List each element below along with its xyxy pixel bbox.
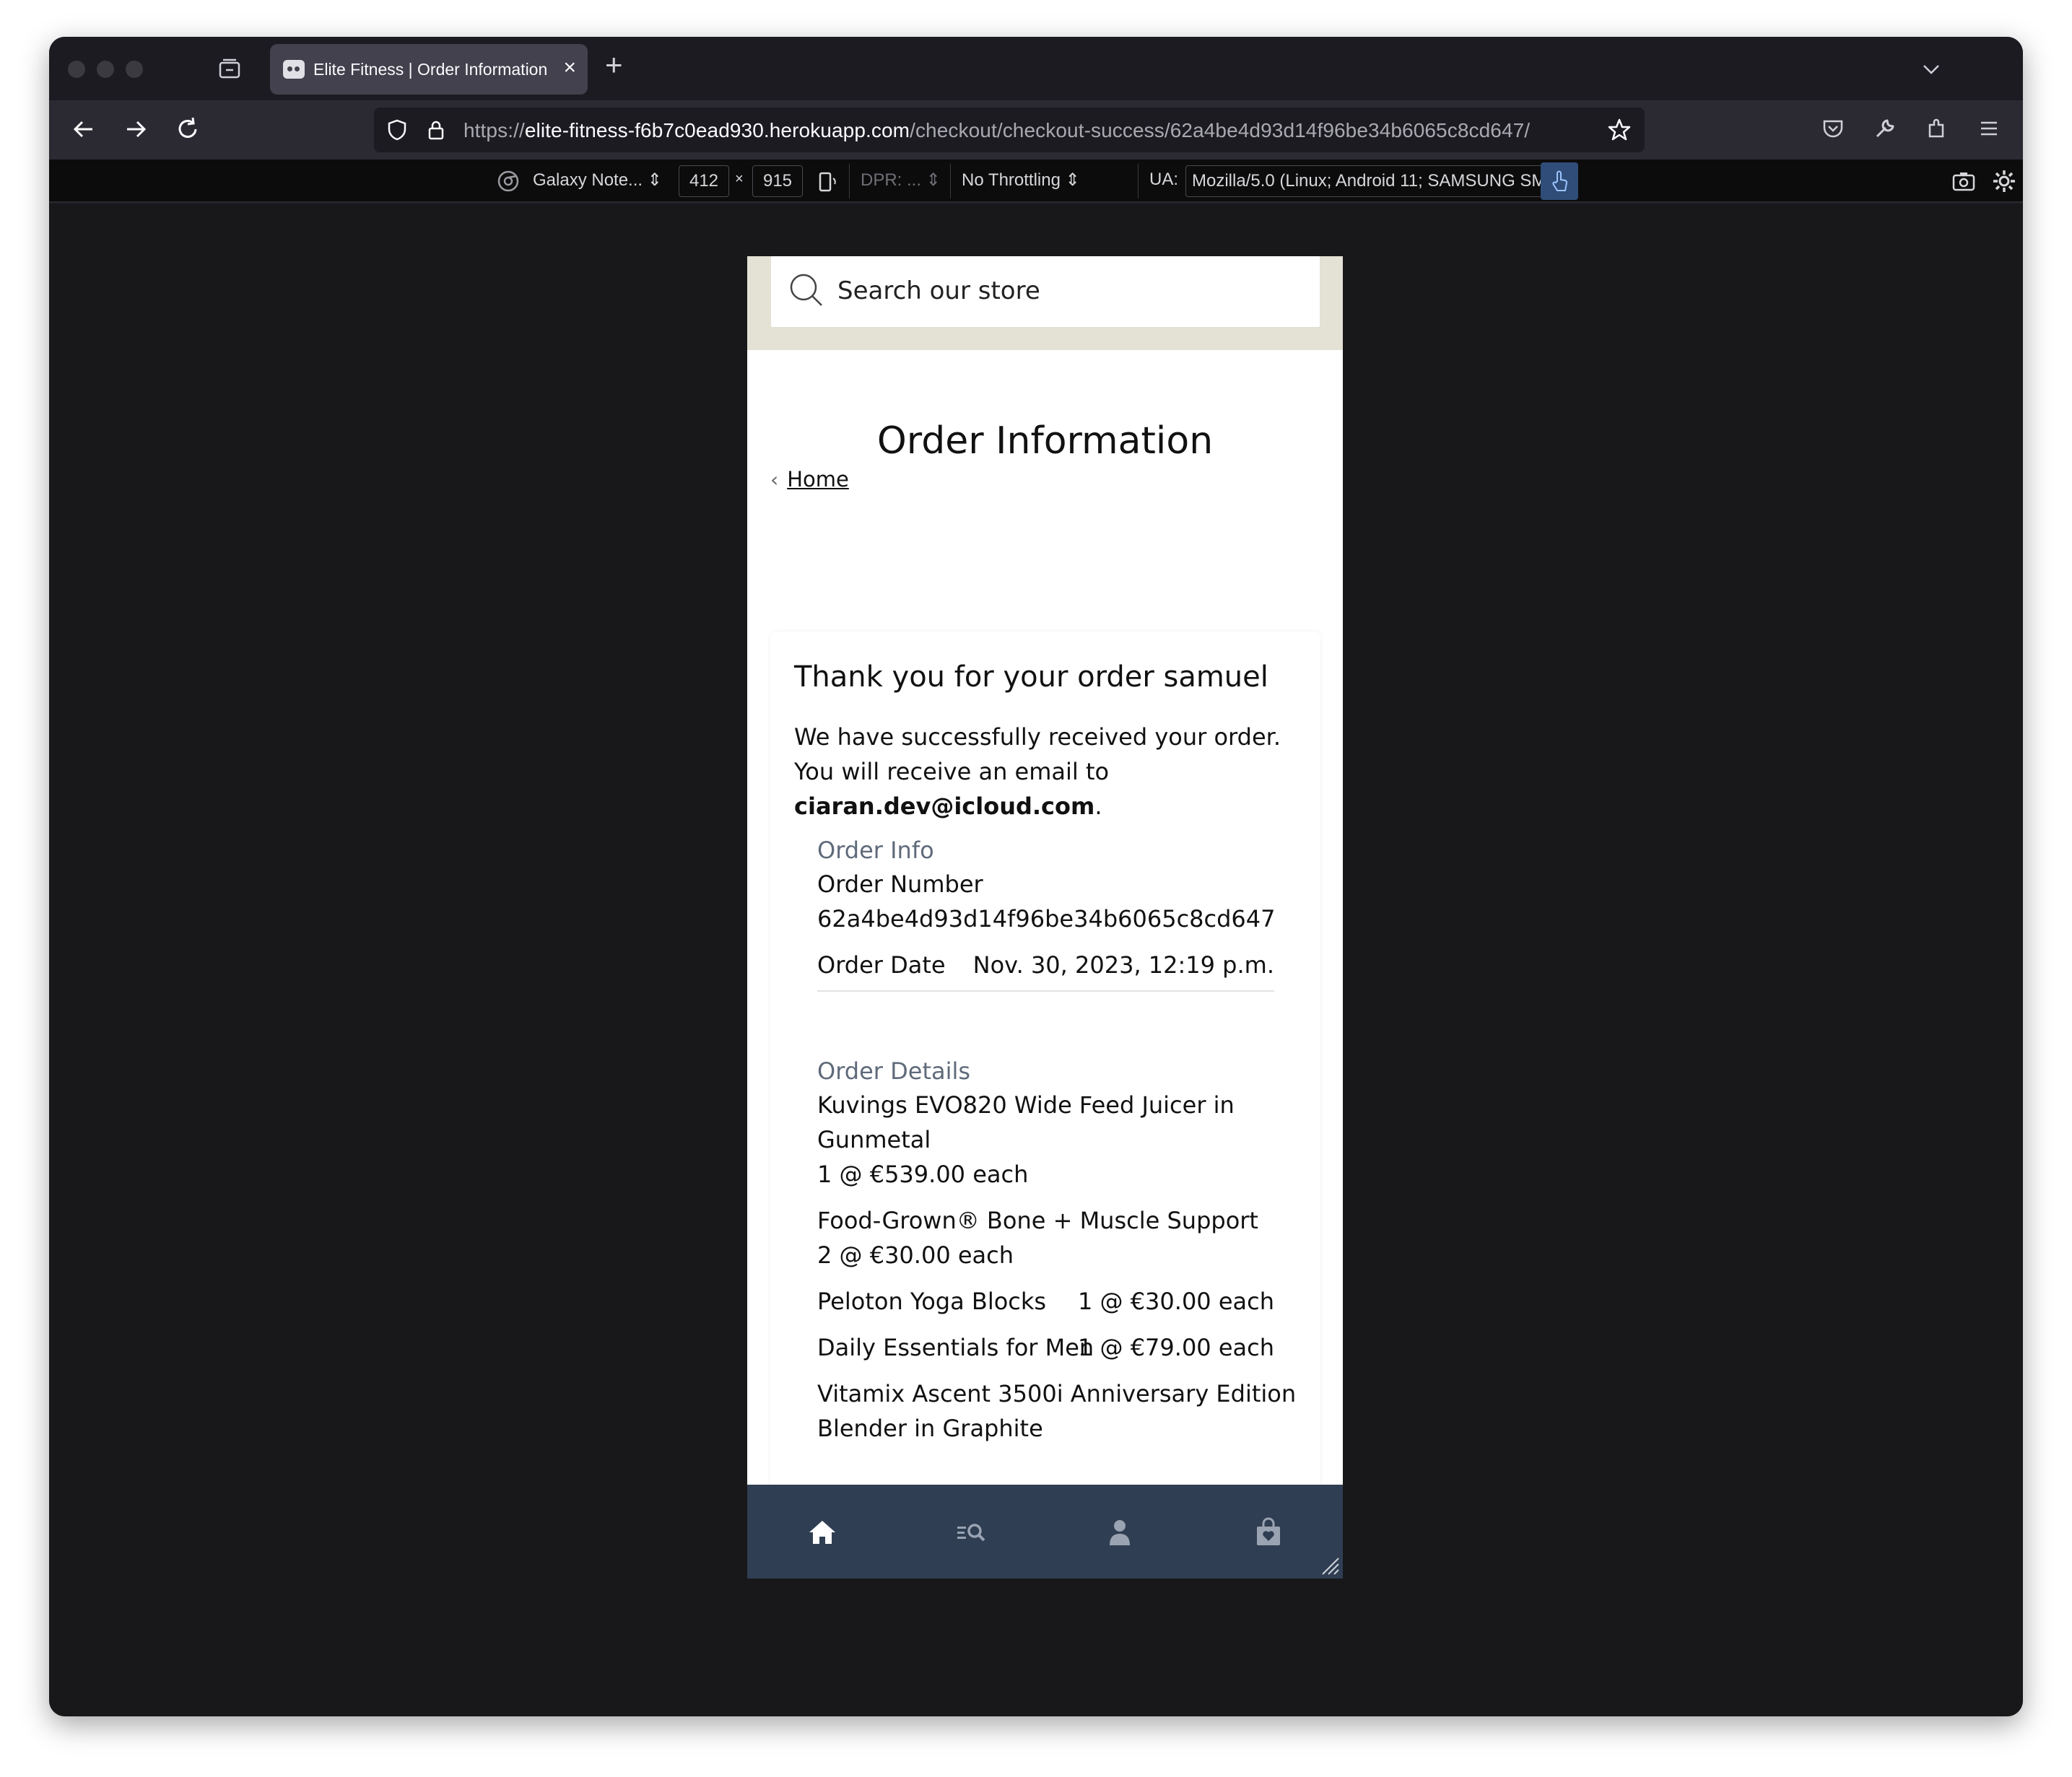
device-viewport: Search our store Order Information ‹ Home… [747, 256, 1343, 1579]
item-qty-price: 1 @ €30.00 each [1077, 1288, 1274, 1315]
chevron-left-icon: ‹ [770, 468, 779, 492]
item-name: Peloton Yoga Blocks [817, 1288, 1047, 1315]
url-text[interactable]: https://elite-fitness-f6b7c0ead930.herok… [463, 119, 1530, 142]
navigation-toolbar: https://elite-fitness-f6b7c0ead930.herok… [49, 100, 2023, 160]
shopping-bag-icon[interactable] [1253, 1516, 1284, 1548]
divider [817, 990, 1274, 992]
tracking-protection-shield-icon[interactable] [386, 118, 409, 141]
item-qty-price: 1 @ €539.00 each [817, 1161, 1029, 1188]
chevron-down-icon[interactable] [1919, 57, 1943, 82]
item-name: Food-Grown® Bone + Muscle Support [817, 1207, 1258, 1234]
viewport-height-input[interactable]: 915 [752, 165, 803, 197]
page-title: Order Information [876, 419, 1214, 463]
dimension-separator: × [735, 171, 744, 187]
search-icon[interactable] [787, 271, 826, 310]
order-number-value: 62a4be4d93d14f96be34b6065c8cd647 [817, 905, 1276, 933]
chrome-logo-icon [497, 170, 519, 192]
order-number-label: Order Number [817, 870, 983, 898]
hamburger-menu-icon[interactable] [1975, 115, 2003, 142]
item-name: Kuvings EVO820 Wide Feed Juicer in [817, 1091, 1235, 1119]
tab-list-icon[interactable] [217, 57, 242, 82]
thank-you-heading: Thank you for your order samuel [794, 660, 1268, 694]
dpr-selector[interactable]: DPR: ... ⇕ [861, 170, 941, 191]
item-name: Vitamix Ascent 3500i Anniversary Edition [817, 1380, 1297, 1407]
touch-simulation-button[interactable] [1541, 162, 1578, 200]
viewport-width-input[interactable]: 412 [679, 165, 729, 197]
item-name: Daily Essentials for Men [817, 1334, 1094, 1361]
order-date-label: Order Date [817, 951, 946, 979]
home-icon[interactable] [806, 1516, 838, 1548]
confirmation-message: We have successfully received your order… [794, 723, 1281, 820]
device-selector[interactable]: Galaxy Note... ⇕ [533, 170, 662, 191]
search-list-icon[interactable] [955, 1516, 987, 1548]
search-placeholder: Search our store [837, 276, 1040, 305]
browser-window: Elite Fitness | Order Information × + ht… [49, 37, 2023, 1716]
item-qty-price: 2 @ €30.00 each [817, 1241, 1014, 1269]
wrench-icon[interactable] [1871, 115, 1899, 142]
minimize-window-button[interactable] [97, 61, 114, 78]
order-confirmation-card: Thank you for your order samuel We have … [770, 632, 1320, 1579]
lock-icon[interactable] [425, 118, 448, 141]
back-arrow-icon[interactable] [69, 115, 98, 144]
separator [1138, 164, 1139, 198]
bookmark-star-icon[interactable] [1607, 118, 1632, 142]
screenshot-camera-icon[interactable] [1951, 168, 1977, 194]
account-icon[interactable] [1104, 1516, 1136, 1548]
settings-gear-icon[interactable] [1991, 168, 2017, 194]
ua-label: UA: [1149, 170, 1179, 189]
resize-handle-icon[interactable] [1320, 1555, 1340, 1576]
new-tab-button[interactable]: + [605, 50, 623, 80]
home-back-link[interactable]: ‹ Home [770, 467, 849, 492]
site-favicon-icon [283, 60, 305, 79]
responsive-design-toolbar: Galaxy Note... ⇕ 412 × 915 DPR: ... ⇕ No… [49, 160, 2023, 203]
responsive-viewport-area: Search our store Order Information ‹ Home… [49, 204, 2023, 1716]
item-qty-price: 1 @ €79.00 each [1077, 1334, 1274, 1361]
maximize-window-button[interactable] [126, 61, 143, 78]
item-name-cont: Gunmetal [817, 1126, 931, 1153]
pocket-icon[interactable] [1819, 115, 1847, 142]
home-link-label[interactable]: Home [787, 467, 849, 492]
separator [849, 164, 850, 198]
customer-email: ciaran.dev@icloud.com [794, 793, 1095, 820]
search-input[interactable]: Search our store [771, 256, 1320, 327]
order-date-value: Nov. 30, 2023, 12:19 p.m. [972, 951, 1274, 979]
user-agent-input[interactable]: Mozilla/5.0 (Linux; Android 11; SAMSUNG … [1185, 165, 1572, 197]
reload-icon[interactable] [173, 115, 202, 144]
close-tab-icon[interactable]: × [563, 57, 576, 79]
forward-arrow-icon[interactable] [121, 115, 150, 144]
active-tab[interactable]: Elite Fitness | Order Information × [270, 44, 588, 95]
touch-hand-icon [1552, 170, 1567, 191]
order-details-heading: Order Details [817, 1057, 971, 1085]
order-info-heading: Order Info [817, 837, 934, 864]
address-bar[interactable]: https://elite-fitness-f6b7c0ead930.herok… [374, 108, 1645, 152]
tab-title: Elite Fitness | Order Information [313, 60, 548, 79]
throttling-selector[interactable]: No Throttling ⇕ [962, 170, 1080, 191]
mobile-bottom-nav [747, 1485, 1343, 1579]
tab-strip: Elite Fitness | Order Information × + [49, 37, 2023, 100]
rotate-device-icon[interactable] [814, 170, 839, 194]
search-header: Search our store [747, 256, 1343, 350]
close-window-button[interactable] [68, 61, 85, 78]
separator [950, 164, 951, 198]
item-name-cont: Blender in Graphite [817, 1415, 1043, 1442]
extensions-puzzle-icon[interactable] [1923, 115, 1951, 142]
